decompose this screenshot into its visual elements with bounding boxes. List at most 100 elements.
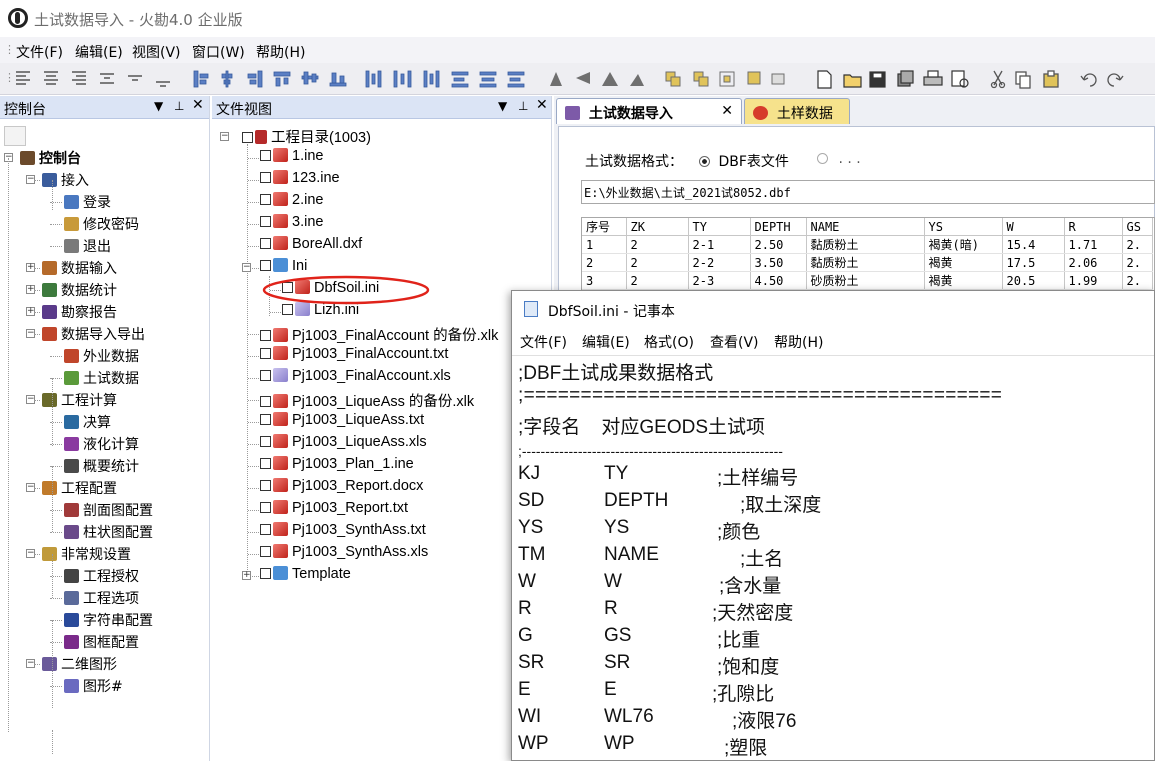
grid-column-header[interactable]: ZK bbox=[626, 218, 689, 236]
console-tree-item[interactable]: 液化计算 bbox=[64, 434, 139, 454]
checkbox[interactable] bbox=[260, 396, 271, 407]
console-tree-item[interactable]: 登录 bbox=[64, 192, 111, 212]
grid-column-header[interactable]: 序号 bbox=[582, 218, 627, 236]
checkbox[interactable] bbox=[260, 480, 271, 491]
file-item[interactable]: Pj1003_Report.docx bbox=[260, 478, 423, 494]
radio-dbf[interactable]: DBF表文件 bbox=[699, 151, 789, 171]
console-tree-item[interactable]: 二维图形 bbox=[42, 654, 117, 674]
file-path-input[interactable]: E:\外业数据\土试_2021试8052.dbf bbox=[581, 180, 1155, 204]
grid-column-header[interactable]: R bbox=[1064, 218, 1123, 236]
console-tree-item[interactable]: 图形# bbox=[64, 676, 123, 696]
file-item[interactable]: 2.ine bbox=[260, 192, 323, 208]
menu-help[interactable]: 帮助(H) bbox=[256, 42, 305, 62]
notepad-text-area[interactable]: ;DBF土试成果数据格式 ;==========================… bbox=[512, 355, 1154, 760]
notepad-menu-file[interactable]: 文件(F) bbox=[520, 332, 567, 352]
tab-soil-import[interactable]: 土试数据导入 ✕ bbox=[556, 98, 742, 124]
console-tree-item[interactable]: 柱状图配置 bbox=[64, 522, 153, 542]
console-tree-item[interactable]: 非常规设置 bbox=[42, 544, 131, 564]
grid-column-header[interactable]: W bbox=[1002, 218, 1065, 236]
console-tree-item[interactable]: 工程选项 bbox=[64, 588, 139, 608]
checkbox[interactable] bbox=[260, 414, 271, 425]
grid-column-header[interactable]: TY bbox=[688, 218, 751, 236]
checkbox[interactable] bbox=[242, 132, 253, 143]
panel-dropdown-icon[interactable]: ▼ bbox=[154, 99, 163, 113]
file-item[interactable]: Pj1003_SynthAss.txt bbox=[260, 522, 426, 538]
checkbox[interactable] bbox=[260, 370, 271, 381]
menu-view[interactable]: 视图(V) bbox=[132, 42, 181, 62]
file-item[interactable]: Pj1003_SynthAss.xls bbox=[260, 544, 428, 560]
grid-row[interactable]: 3 2 2-3 4.50 砂质粉土 褐黄 20.5 1.99 2. bbox=[582, 271, 1153, 290]
folder-item[interactable]: Template bbox=[260, 566, 351, 582]
console-tree-item[interactable]: 土试数据 bbox=[64, 368, 139, 388]
checkbox[interactable] bbox=[260, 524, 271, 535]
console-tree-item[interactable]: 概要统计 bbox=[64, 456, 139, 476]
console-tree-item[interactable]: 字符串配置 bbox=[64, 610, 153, 630]
grid-column-header[interactable]: DEPTH bbox=[750, 218, 807, 236]
file-item[interactable]: Pj1003_FinalAccount.txt bbox=[260, 346, 448, 362]
file-item[interactable]: 123.ine bbox=[260, 170, 340, 186]
file-tree-root[interactable]: 工程目录(1003) bbox=[242, 126, 371, 147]
file-item[interactable]: 3.ine bbox=[260, 214, 323, 230]
checkbox[interactable] bbox=[260, 172, 271, 183]
notepad-menu-format[interactable]: 格式(O) bbox=[644, 332, 694, 352]
grid-column-header[interactable]: YS bbox=[924, 218, 1003, 236]
file-item[interactable]: Pj1003_LiqueAss.xls bbox=[260, 434, 427, 450]
radio-other[interactable]: . . . bbox=[817, 151, 861, 167]
file-item[interactable]: Pj1003_LiqueAss 的备份.xlk bbox=[260, 390, 474, 411]
file-item[interactable]: Pj1003_LiqueAss.txt bbox=[260, 412, 424, 428]
menu-window[interactable]: 窗口(W) bbox=[192, 42, 245, 62]
checkbox[interactable] bbox=[260, 330, 271, 341]
expand-icon[interactable]: + bbox=[242, 571, 251, 580]
console-tree-item[interactable]: 工程计算 bbox=[42, 390, 117, 410]
console-tree-item[interactable]: 工程授权 bbox=[64, 566, 139, 586]
panel-close-icon[interactable]: ✕ bbox=[192, 97, 204, 113]
console-tree-item[interactable]: 控制台 bbox=[20, 148, 81, 168]
panel-close-icon[interactable]: ✕ bbox=[536, 97, 548, 113]
grid-column-header[interactable]: GS bbox=[1122, 218, 1153, 236]
file-item[interactable]: Pj1003_FinalAccount.xls bbox=[260, 368, 451, 384]
menu-edit[interactable]: 编辑(E) bbox=[75, 42, 123, 62]
collapse-icon[interactable]: − bbox=[242, 263, 251, 272]
console-tree-item[interactable]: 工程配置 bbox=[42, 478, 117, 498]
grid-row[interactable]: 2 2 2-2 3.50 黏质粉土 褐黄 17.5 2.06 2. bbox=[582, 253, 1153, 272]
console-tree-item[interactable]: 剖面图配置 bbox=[64, 500, 153, 520]
console-tree-item[interactable]: 勘察报告 bbox=[42, 302, 117, 322]
file-item[interactable]: Pj1003_Plan_1.ine bbox=[260, 456, 414, 472]
console-tree-item[interactable]: 退出 bbox=[64, 236, 111, 256]
checkbox[interactable] bbox=[260, 568, 271, 579]
console-tree-item[interactable]: 修改密码 bbox=[64, 214, 139, 234]
console-tree-item[interactable]: 数据导入导出 bbox=[42, 324, 145, 344]
file-item[interactable]: Pj1003_Report.txt bbox=[260, 500, 408, 516]
checkbox[interactable] bbox=[260, 216, 271, 227]
panel-pin-icon[interactable]: ⊥ bbox=[518, 99, 528, 113]
checkbox[interactable] bbox=[260, 348, 271, 359]
panel-dropdown-icon[interactable]: ▼ bbox=[498, 99, 507, 113]
notepad-menu-view[interactable]: 查看(V) bbox=[710, 332, 759, 352]
file-item[interactable]: Pj1003_FinalAccount 的备份.xlk bbox=[260, 324, 498, 345]
checkbox[interactable] bbox=[260, 502, 271, 513]
checkbox[interactable] bbox=[260, 458, 271, 469]
checkbox[interactable] bbox=[260, 260, 271, 271]
console-tree-item[interactable]: 数据统计 bbox=[42, 280, 117, 300]
notepad-menu-edit[interactable]: 编辑(E) bbox=[582, 332, 630, 352]
checkbox[interactable] bbox=[260, 194, 271, 205]
grid-row[interactable]: 1 2 2-1 2.50 黏质粉土 褐黄(暗) 15.4 1.71 2. bbox=[582, 235, 1153, 254]
checkbox[interactable] bbox=[260, 150, 271, 161]
console-tree-item[interactable]: 接入 bbox=[42, 170, 89, 190]
console-tree-item[interactable]: 图框配置 bbox=[64, 632, 139, 652]
tab-close-icon[interactable]: ✕ bbox=[721, 103, 733, 119]
console-tree-item[interactable]: 决算 bbox=[64, 412, 111, 432]
file-item[interactable]: 1.ine bbox=[260, 148, 323, 164]
menu-file[interactable]: 文件(F) bbox=[16, 42, 63, 62]
tab-soil-sample[interactable]: 土样数据 bbox=[744, 98, 850, 124]
console-toolbar-icon[interactable] bbox=[4, 126, 26, 146]
folder-item[interactable]: Ini bbox=[260, 258, 307, 274]
checkbox[interactable] bbox=[260, 546, 271, 557]
panel-pin-icon[interactable]: ⊥ bbox=[174, 99, 184, 113]
grid-column-header[interactable]: NAME bbox=[806, 218, 925, 236]
collapse-icon[interactable]: − bbox=[220, 132, 229, 141]
checkbox[interactable] bbox=[260, 238, 271, 249]
file-item[interactable]: BoreAll.dxf bbox=[260, 236, 362, 252]
console-tree-item[interactable]: 外业数据 bbox=[64, 346, 139, 366]
checkbox[interactable] bbox=[260, 436, 271, 447]
